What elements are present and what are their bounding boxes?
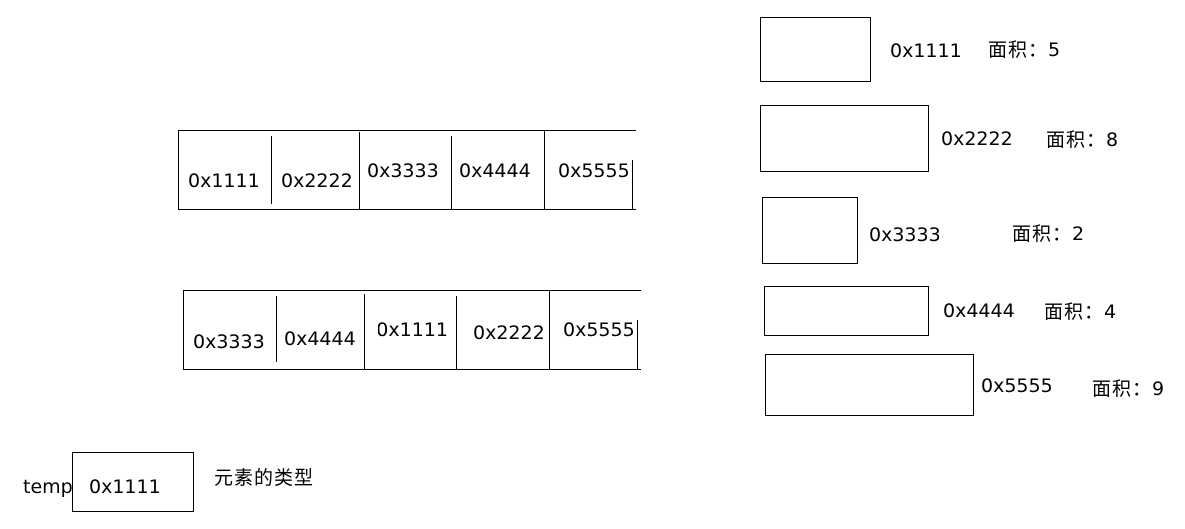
array-top-divider (451, 136, 452, 210)
object-box (760, 105, 929, 172)
object-address: 0x3333 (869, 224, 941, 246)
object-box (764, 286, 929, 336)
array-top-left-border (178, 130, 179, 210)
array-top-cell-2: 0x2222 (281, 170, 353, 192)
array-bottom-bottom-border (183, 369, 641, 370)
object-address: 0x4444 (943, 300, 1015, 322)
temp-value: 0x1111 (89, 476, 161, 498)
array-bottom-divider (549, 290, 550, 370)
array-bottom-divider (456, 296, 457, 370)
object-address: 0x5555 (981, 375, 1053, 397)
array-top-right-border (632, 160, 633, 210)
array-bottom-top-border (183, 290, 641, 291)
object-box (762, 197, 858, 264)
array-top-cell-4: 0x4444 (459, 160, 531, 182)
array-bottom-divider (276, 296, 277, 362)
array-bottom-left-border (183, 290, 184, 370)
array-top-cell-3: 0x3333 (367, 160, 439, 182)
object-box (765, 354, 974, 416)
array-top-divider (544, 130, 545, 210)
temp-label: temp (23, 476, 73, 498)
array-top-divider (271, 136, 272, 204)
element-type-note: 元素的类型 (214, 467, 315, 489)
object-area-label: 面积：9 (1092, 378, 1166, 400)
array-top-top-border (178, 130, 636, 131)
array-top-cell-5: 0x5555 (558, 160, 630, 182)
object-area-label: 面积：2 (1012, 223, 1086, 245)
array-bottom-cell-5: 0x5555 (563, 319, 635, 341)
array-bottom-cell-4: 0x2222 (473, 322, 545, 344)
array-bottom-right-border (637, 320, 638, 370)
object-address: 0x2222 (941, 128, 1013, 150)
object-area-label: 面积：4 (1044, 301, 1118, 323)
object-box (760, 17, 871, 82)
object-area-label: 面积：5 (988, 39, 1062, 61)
array-bottom-cell-1: 0x3333 (193, 331, 265, 353)
array-top-cell-1: 0x1111 (188, 170, 260, 192)
object-area-label: 面积：8 (1046, 129, 1120, 151)
array-bottom-divider (364, 294, 365, 370)
array-bottom-cell-3: 0x0x1111 (378, 321, 448, 340)
object-address: 0x1111 (890, 40, 962, 62)
array-top-divider (359, 132, 360, 210)
array-bottom-cell-2: 0x4444 (284, 330, 356, 349)
array-top-bottom-border (178, 209, 636, 210)
